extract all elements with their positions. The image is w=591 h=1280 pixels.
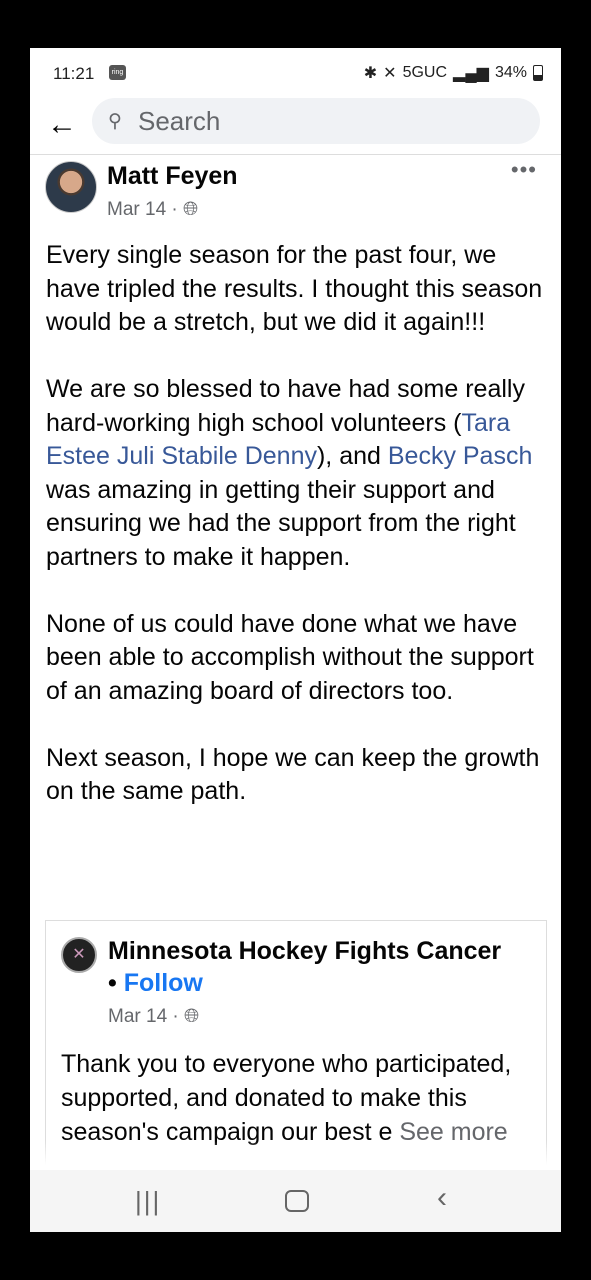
battery-percent: 34%: [494, 64, 527, 81]
scroll-fade: [30, 1141, 561, 1171]
system-back-icon[interactable]: ‹: [437, 1181, 447, 1215]
globe-icon: 🌐︎: [183, 199, 199, 220]
post-paragraph: Every single season for the past four, w…: [46, 241, 543, 336]
follow-button[interactable]: Follow: [124, 969, 203, 997]
shared-page-name[interactable]: Minnesota Hockey Fights Cancer: [108, 937, 501, 965]
search-input[interactable]: ⚲ Search: [92, 98, 540, 144]
status-indicators: ✱ ✕ 5GUC ▂▄▆ 34%: [364, 63, 543, 83]
shared-post-text: Thank you to everyone who participated, …: [61, 1047, 536, 1149]
globe-icon: 🌐︎: [184, 1006, 200, 1027]
shared-page-header: Minnesota Hockey Fights Cancer • Follow: [108, 935, 538, 999]
bluetooth-icon: ✱: [363, 65, 378, 82]
divider: [30, 154, 561, 155]
top-bar: ← ⚲ Search: [30, 98, 561, 154]
post-body: Every single season for the past four, w…: [46, 239, 554, 842]
text-segment: ), and: [316, 442, 388, 470]
author-avatar[interactable]: [45, 161, 97, 213]
post-date[interactable]: Mar 14: [107, 199, 166, 220]
ring-notification-icon: ring: [109, 65, 126, 80]
recent-apps-icon[interactable]: |||: [135, 1186, 161, 1217]
system-nav-bar: ||| ‹: [30, 1170, 561, 1232]
follow-separator: •: [108, 969, 117, 997]
text-segment: was amazing in getting their support and…: [46, 475, 516, 571]
search-icon: ⚲: [108, 110, 122, 132]
battery-icon: [533, 65, 543, 81]
search-placeholder: Search: [138, 105, 221, 136]
shared-post-date[interactable]: Mar 14: [108, 1006, 167, 1027]
post-paragraph: We are so blessed to have had some reall…: [46, 373, 554, 574]
post-paragraph: Next season, I hope we can keep the grow…: [46, 743, 540, 806]
phone-screen: 11:21 ring ✱ ✕ 5GUC ▂▄▆ 34% ← ⚲ Search M…: [30, 48, 561, 1232]
signal-icon: ▂▄▆: [453, 65, 489, 82]
post-author[interactable]: Matt Feyen: [107, 162, 238, 191]
home-icon[interactable]: [285, 1190, 309, 1212]
mute-icon: ✕: [383, 65, 397, 82]
post-meta: Mar 14 · 🌐︎: [107, 199, 198, 221]
more-options-icon[interactable]: •••: [511, 157, 537, 183]
network-type: 5GUC: [402, 64, 448, 81]
shared-post-meta: Mar 14 · 🌐︎: [108, 1006, 199, 1028]
back-arrow-icon[interactable]: ←: [44, 107, 80, 143]
status-bar: 11:21 ring ✱ ✕ 5GUC ▂▄▆ 34%: [30, 48, 561, 98]
meta-separator: ·: [171, 199, 184, 220]
text-segment: We are so blessed to have had some reall…: [46, 375, 525, 437]
page-logo[interactable]: [61, 937, 97, 973]
post-paragraph: None of us could have done what we have …: [46, 609, 534, 705]
meta-separator: ·: [172, 1006, 185, 1027]
status-time: 11:21: [53, 64, 95, 83]
mention-link[interactable]: Becky Pasch: [388, 442, 533, 470]
